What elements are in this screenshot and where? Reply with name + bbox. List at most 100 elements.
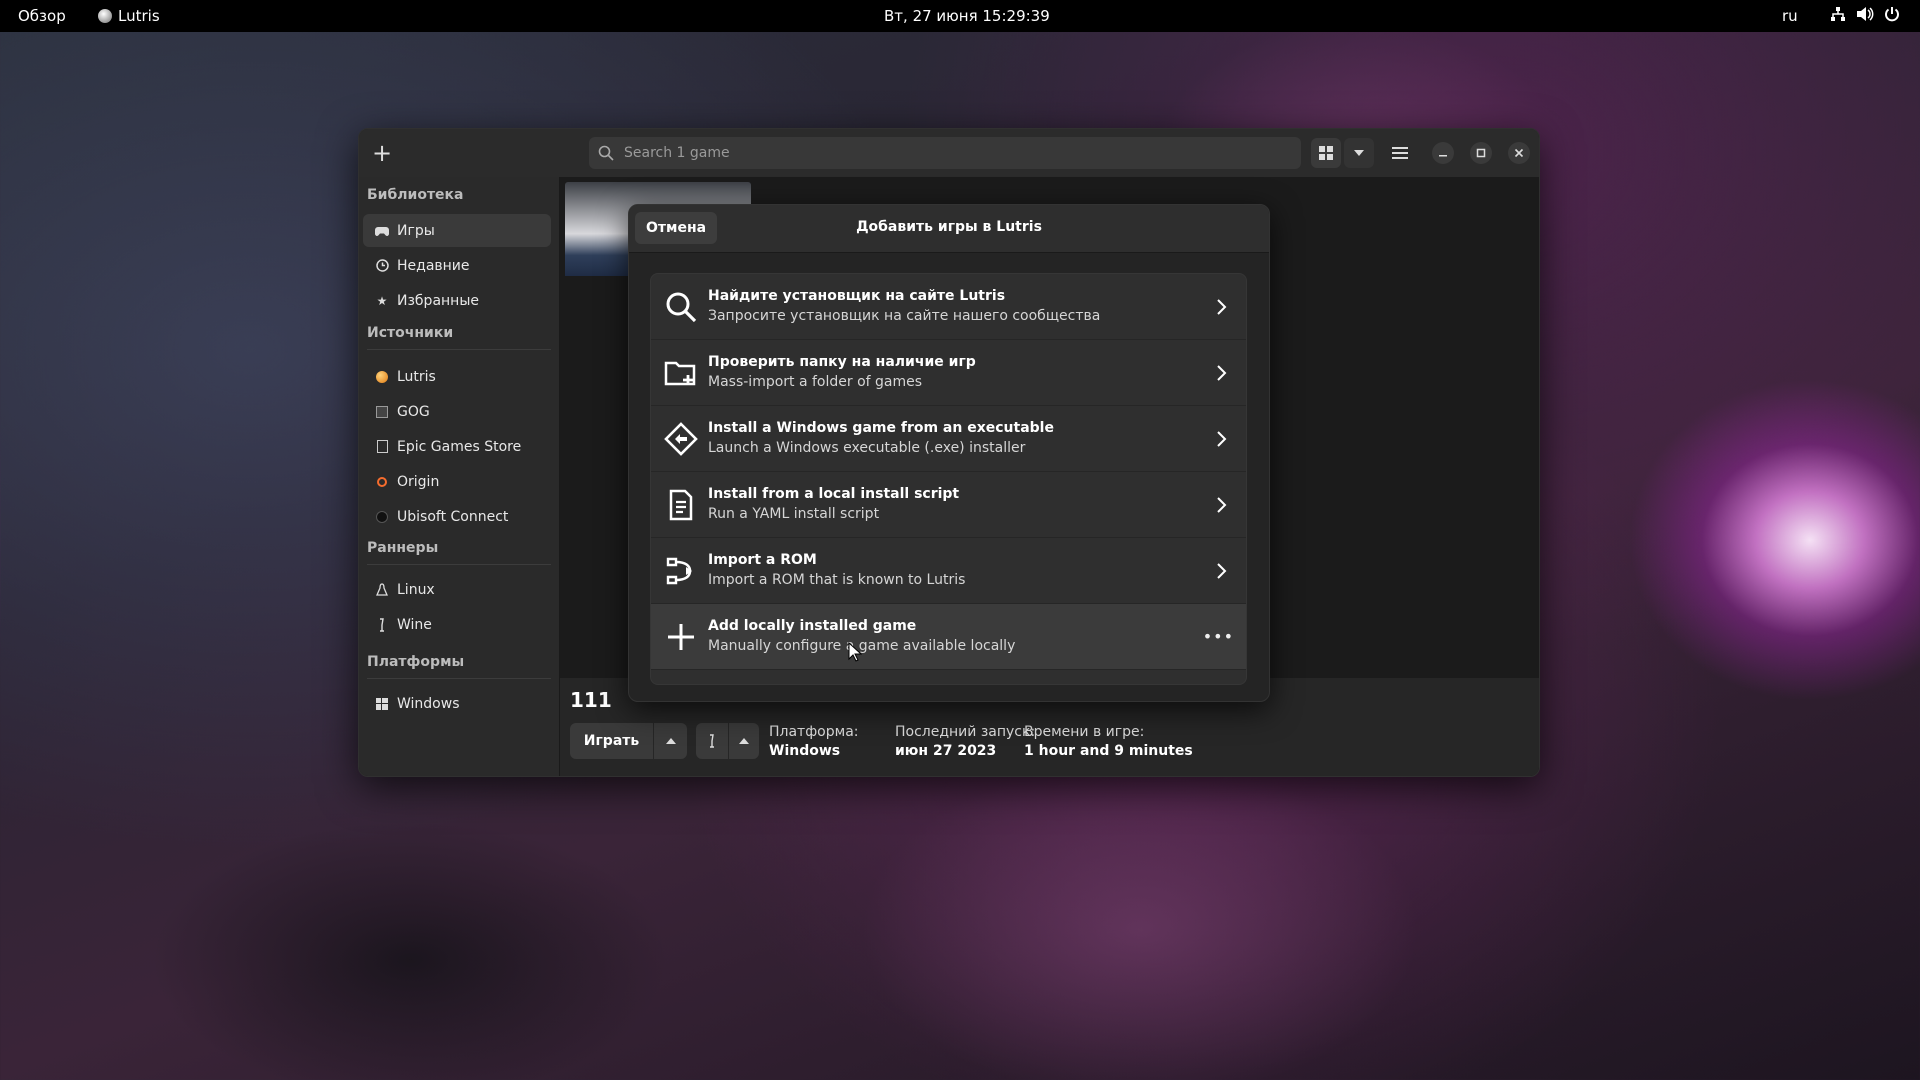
sidebar-item-gog[interactable]: GOG (363, 395, 551, 428)
minimize-icon (1439, 155, 1447, 157)
chevron-right-icon (1217, 431, 1227, 447)
minimize-button[interactable] (1432, 142, 1454, 164)
sidebar-item-games[interactable]: Игры (363, 214, 551, 247)
script-icon (663, 487, 699, 523)
wine-icon (710, 734, 714, 748)
more-options-icon[interactable]: ••• (1203, 627, 1234, 646)
app-menu[interactable]: Lutris (98, 7, 160, 25)
sidebar-item-label: Lutris (397, 368, 436, 385)
chevron-down-icon (1354, 150, 1364, 156)
gamepad-icon (375, 224, 389, 238)
sidebar-item-lutris[interactable]: Lutris (363, 360, 551, 393)
sidebar-item-origin[interactable]: Origin (363, 465, 551, 498)
playtime-value: 1 hour and 9 minutes (1024, 743, 1193, 759)
runner-options-button[interactable] (729, 723, 759, 759)
option-title: Import a ROM (708, 552, 817, 568)
epic-icon (375, 440, 389, 454)
option-title: Найдите установщик на сайте Lutris (708, 288, 1006, 304)
search-bar[interactable] (589, 137, 1301, 169)
chevron-right-icon (1217, 299, 1227, 315)
option-windows-executable[interactable]: Install a Windows game from an executabl… (651, 406, 1246, 472)
header-bar: + (359, 129, 1539, 178)
divider (367, 349, 551, 350)
lutris-icon (98, 9, 112, 23)
grid-view-button[interactable] (1311, 138, 1341, 168)
grid-icon (1319, 146, 1333, 160)
close-button[interactable] (1508, 142, 1530, 164)
linux-icon (375, 582, 389, 597)
option-subtitle: Launch a Windows executable (.exe) insta… (708, 440, 1026, 456)
system-tray[interactable] (1830, 6, 1900, 22)
maximize-button[interactable] (1470, 142, 1492, 164)
gog-icon (375, 405, 389, 419)
sidebar: Библиотека Игры Недавние ★ Избранные Ист… (359, 177, 560, 776)
platform-value: Windows (769, 743, 841, 759)
sidebar-item-label: Ubisoft Connect (397, 508, 509, 525)
option-import-rom[interactable]: Import a ROM Import a ROM that is known … (651, 538, 1246, 604)
search-input[interactable] (622, 144, 1276, 162)
add-games-dialog: Отмена Добавить игры в Lutris Найдите ус… (628, 204, 1270, 702)
option-title: Install a Windows game from an executabl… (708, 420, 1054, 436)
view-options-dropdown[interactable] (1344, 138, 1374, 168)
sidebar-item-label: Linux (397, 581, 435, 598)
network-icon (1831, 7, 1845, 21)
option-add-local-game[interactable]: Add locally installed game Manually conf… (651, 604, 1246, 670)
lutris-icon (375, 370, 389, 384)
chevron-right-icon (1217, 497, 1227, 513)
last-played-value: июн 27 2023 (895, 743, 997, 759)
app-menu-label: Lutris (118, 7, 160, 25)
platform-label: Платформа: (769, 724, 859, 740)
star-icon: ★ (376, 293, 388, 308)
close-icon (1514, 148, 1524, 158)
option-title: Проверить папку на наличие игр (708, 354, 976, 370)
activities-button[interactable]: Обзор (18, 7, 66, 25)
option-local-script[interactable]: Install from a local install script Run … (651, 472, 1246, 538)
last-played-info: Последний запуск: июн 27 2023 (895, 723, 1035, 761)
sidebar-item-label: Игры (397, 222, 435, 239)
chevron-right-icon (1217, 563, 1227, 579)
sidebar-item-recent[interactable]: Недавние (363, 249, 551, 282)
add-game-button[interactable]: + (365, 136, 399, 170)
search-icon (663, 289, 699, 325)
sidebar-item-wine[interactable]: Wine (363, 608, 551, 641)
wallpaper-shape (860, 760, 1420, 1080)
option-search-lutris[interactable]: Найдите установщик на сайте Lutris Запро… (651, 274, 1246, 340)
chevron-up-icon (665, 738, 676, 744)
clock[interactable]: Вт, 27 июня 15:29:39 (884, 7, 1050, 25)
folder-add-icon (663, 355, 699, 391)
option-title: Install from a local install script (708, 486, 960, 502)
play-options-button[interactable] (654, 723, 687, 759)
maximize-icon (1476, 148, 1486, 158)
sidebar-item-windows[interactable]: Windows (363, 687, 551, 720)
power-icon (1885, 7, 1899, 22)
clock-icon (375, 259, 389, 273)
option-scan-folder[interactable]: Проверить папку на наличие игр Mass-impo… (651, 340, 1246, 406)
platform-info: Платформа: Windows (769, 723, 859, 761)
windows-icon (375, 697, 389, 711)
sidebar-item-label: Избранные (397, 292, 479, 309)
sidebar-item-favorites[interactable]: ★ Избранные (363, 284, 551, 317)
divider (367, 564, 551, 565)
dialog-header: Отмена Добавить игры в Lutris (629, 205, 1269, 253)
keyboard-layout-indicator[interactable]: ru (1782, 7, 1798, 25)
option-title: Add locally installed game (708, 618, 917, 634)
sidebar-item-linux[interactable]: Linux (363, 573, 551, 606)
origin-icon (375, 475, 389, 489)
chevron-right-icon (1217, 365, 1227, 381)
play-button[interactable]: Играть (570, 723, 653, 759)
chevron-up-icon (739, 738, 749, 744)
hamburger-icon (1392, 147, 1408, 159)
sidebar-section-library: Библиотека (367, 187, 464, 203)
option-subtitle: Запросите установщик на сайте нашего соо… (708, 308, 1101, 324)
wallpaper-shape (150, 820, 670, 1080)
mouse-cursor-icon (848, 642, 862, 662)
rom-icon (663, 553, 699, 589)
runner-button[interactable] (696, 723, 728, 759)
wine-icon (375, 617, 389, 632)
main-menu-button[interactable] (1385, 138, 1415, 168)
sidebar-item-epic[interactable]: Epic Games Store (363, 430, 551, 463)
option-subtitle: Import a ROM that is known to Lutris (708, 572, 966, 588)
sidebar-item-ubisoft[interactable]: Ubisoft Connect (363, 500, 551, 533)
ubisoft-icon (375, 510, 389, 524)
sidebar-item-label: Windows (397, 695, 460, 712)
